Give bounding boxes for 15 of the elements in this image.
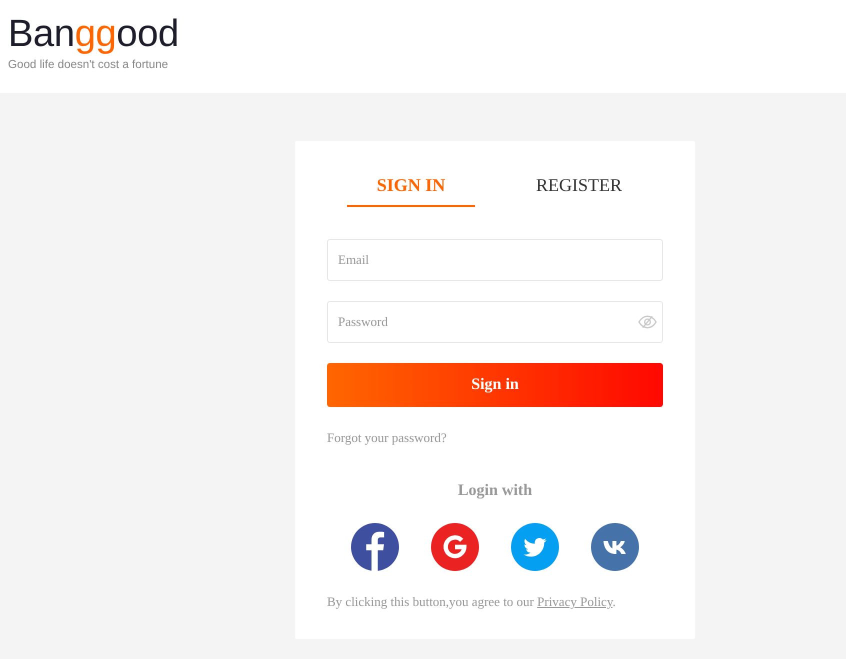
- twitter-icon[interactable]: [511, 523, 559, 571]
- tab[interactable]: REGISTER: [515, 165, 643, 207]
- google-icon[interactable]: [431, 523, 479, 571]
- vk-icon[interactable]: [591, 523, 639, 571]
- tab[interactable]: SIGN IN: [347, 165, 475, 207]
- password-field[interactable]: Password: [327, 301, 663, 343]
- email-field[interactable]: Email: [327, 239, 663, 281]
- logo-wordmark[interactable]: Banggood: [8, 13, 179, 55]
- consent-text: By clicking this button,you agree to our Privacy Policy.: [327, 594, 616, 609]
- tagline: Good life doesn't cost a fortune: [8, 58, 168, 72]
- sign-in-button[interactable]: Sign in: [327, 363, 663, 407]
- login-with-heading: Login with: [458, 481, 532, 501]
- forgot-password-link[interactable]: Forgot your password?: [327, 430, 447, 445]
- privacy-policy-link[interactable]: Privacy Policy: [537, 594, 612, 609]
- facebook-icon[interactable]: [351, 523, 399, 571]
